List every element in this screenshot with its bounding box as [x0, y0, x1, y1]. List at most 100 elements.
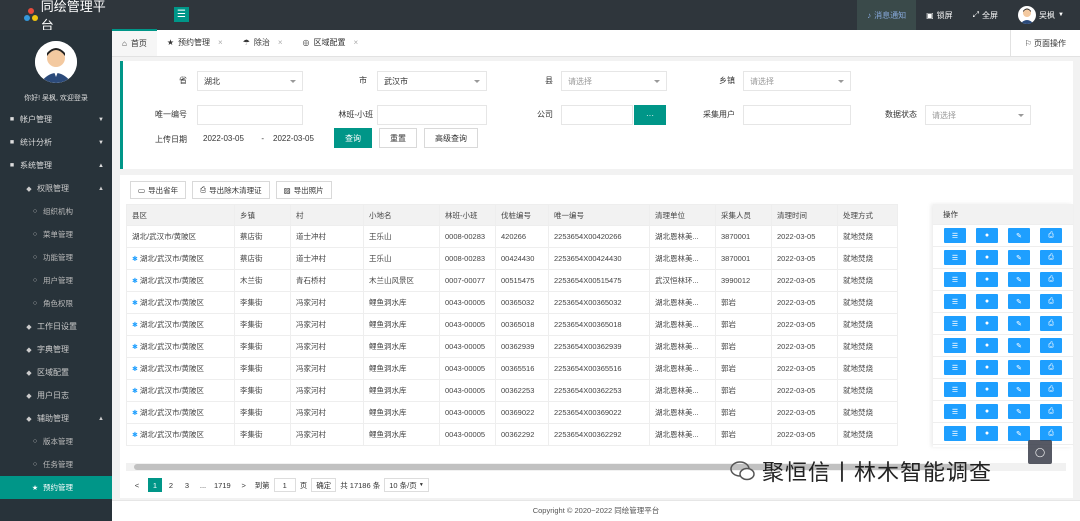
column-header[interactable]: 乡镇 [234, 204, 291, 226]
print-button[interactable]: ⎙ [1040, 228, 1062, 243]
table-row[interactable]: ✱ 湖北/武汉市/黄陂区 李集街 冯家河村 鲤鱼洞水库 0043-00005 0036225… [126, 379, 898, 402]
city-select[interactable]: 武汉市 [377, 71, 487, 91]
globe-button[interactable]: ● [976, 382, 998, 397]
sidebar-item[interactable]: ◆ 字典管理 [0, 338, 112, 361]
detail-button[interactable]: ☰ [944, 404, 966, 419]
table-row[interactable]: ✱ 湖北/武汉市/黄陂区 李集街 冯家河村 鲤鱼洞水库 0043-00005 0036503… [126, 291, 898, 314]
globe-button[interactable]: ● [976, 316, 998, 331]
edit-button[interactable]: ✎ [1008, 294, 1030, 309]
detail-button[interactable]: ☰ [944, 338, 966, 353]
status-select[interactable]: 请选择 [925, 105, 1031, 125]
edit-button[interactable]: ✎ [1008, 228, 1030, 243]
print-button[interactable]: ⎙ [1040, 272, 1062, 287]
detail-button[interactable]: ☰ [944, 426, 966, 441]
per-page-select[interactable]: 10 条/页 ▼ [384, 478, 429, 492]
globe-button[interactable]: ● [976, 338, 998, 353]
edit-button[interactable]: ✎ [1008, 382, 1030, 397]
app-logo[interactable]: 同绘管理平台 [0, 0, 112, 33]
close-icon[interactable]: × [218, 38, 223, 47]
province-select[interactable]: 湖北 [197, 71, 303, 91]
close-icon[interactable]: × [278, 38, 283, 47]
table-row[interactable]: ✱ 湖北/武汉市/黄陂区 李集街 冯家河村 鲤鱼洞水库 0043-00005 0036551… [126, 357, 898, 380]
column-header[interactable]: 林班-小班 [439, 204, 496, 226]
tab-home[interactable]: ⌂ 首页 [112, 29, 157, 56]
next-page-button[interactable]: > [237, 478, 251, 492]
company-picker-button[interactable]: ··· [634, 105, 666, 125]
sidebar-item[interactable]: ○ 任务管理 [0, 453, 112, 476]
sidebar-item[interactable]: ■ 帐户管理 ▼ [0, 108, 112, 131]
sidebar-item[interactable]: ◆ 区域配置 [0, 361, 112, 384]
town-select[interactable]: 请选择 [743, 71, 851, 91]
edit-button[interactable]: ✎ [1008, 272, 1030, 287]
sidebar-item[interactable]: ◆ 辅助管理 ▲ [0, 407, 112, 430]
sidebar-item[interactable]: ○ 功能管理 [0, 246, 112, 269]
edit-button[interactable]: ✎ [1008, 426, 1030, 441]
tab-reservation[interactable]: ★ 预约管理 × [157, 29, 233, 56]
globe-button[interactable]: ● [976, 404, 998, 419]
edit-button[interactable]: ✎ [1008, 316, 1030, 331]
column-header[interactable]: 县区 [126, 204, 235, 226]
page-button[interactable]: 2 [164, 478, 178, 492]
globe-button[interactable]: ● [976, 426, 998, 441]
sidebar-item[interactable]: ○ 角色权限 [0, 292, 112, 315]
back-to-top-button[interactable]: ◯ [1028, 440, 1052, 464]
detail-button[interactable]: ☰ [944, 294, 966, 309]
query-button[interactable]: 查询 [334, 128, 372, 148]
sidebar-item[interactable]: ○ 版本管理 [0, 430, 112, 453]
table-row[interactable]: ✱ 湖北/武汉市/黄陂区 蔡店街 道士冲村 王乐山 0008-00283 00424430 2… [126, 247, 898, 270]
print-button[interactable]: ⎙ [1040, 360, 1062, 375]
print-button[interactable]: ⎙ [1040, 338, 1062, 353]
column-header[interactable]: 清理时间 [771, 204, 838, 226]
column-header[interactable]: 唯一编号 [548, 204, 650, 226]
forest-input[interactable] [377, 105, 487, 125]
page-button[interactable]: 3 [180, 478, 194, 492]
sidebar-item[interactable]: ■ 统计分析 ▼ [0, 131, 112, 154]
reset-button[interactable]: 重置 [379, 128, 417, 148]
user-menu[interactable]: 吴枫 ▼ [1008, 0, 1080, 30]
column-header[interactable]: 处理方式 [837, 204, 898, 226]
detail-button[interactable]: ☰ [944, 272, 966, 287]
column-header[interactable]: 伐桩编号 [495, 204, 549, 226]
sidebar-item[interactable]: ■ 系统管理 ▲ [0, 154, 112, 177]
close-icon[interactable]: × [354, 38, 359, 47]
page-ops-button[interactable]: ⚐ 页面操作 [1009, 30, 1080, 57]
advanced-query-button[interactable]: 高级查询 [424, 128, 478, 148]
county-select[interactable]: 请选择 [561, 71, 667, 91]
globe-button[interactable]: ● [976, 250, 998, 265]
page-button[interactable]: 1719 [212, 478, 233, 492]
sidebar-item[interactable]: ◆ 权限管理 ▲ [0, 177, 112, 200]
print-button[interactable]: ⎙ [1040, 294, 1062, 309]
tab-removal[interactable]: ☂ 除治 × [233, 29, 293, 56]
globe-button[interactable]: ● [976, 272, 998, 287]
detail-button[interactable]: ☰ [944, 360, 966, 375]
sidebar-item[interactable]: ◆ 工作日设置 [0, 315, 112, 338]
edit-button[interactable]: ✎ [1008, 404, 1030, 419]
globe-button[interactable]: ● [976, 294, 998, 309]
menu-toggle-button[interactable]: ☰ [174, 7, 189, 22]
print-button[interactable]: ⎙ [1040, 382, 1062, 397]
detail-button[interactable]: ☰ [944, 228, 966, 243]
column-header[interactable]: 小地名 [363, 204, 440, 226]
sidebar-item[interactable]: ○ 组织机构 [0, 200, 112, 223]
detail-button[interactable]: ☰ [944, 316, 966, 331]
globe-button[interactable]: ● [976, 360, 998, 375]
table-row[interactable]: ✱ 湖北/武汉市/黄陂区 李集街 冯家河村 鲤鱼洞水库 0043-00005 0036229… [126, 423, 898, 446]
print-button[interactable]: ⎙ [1040, 426, 1062, 441]
date-to-input[interactable]: 2022-03-05 [267, 128, 323, 148]
unique-id-input[interactable] [197, 105, 303, 125]
export-photos-button[interactable]: ▨ 导出照片 [275, 181, 332, 199]
table-row[interactable]: 湖北/武汉市/黄陂区 蔡店街 道士冲村 王乐山 0008-00283 420266 2253… [126, 225, 898, 248]
table-row[interactable]: ✱ 湖北/武汉市/黄陂区 木兰街 青石桥村 木兰山风景区 0007-00077 005154… [126, 269, 898, 292]
column-header[interactable]: 清理单位 [649, 204, 716, 226]
notice-button[interactable]: ♪ 消息通知 [857, 0, 917, 30]
detail-button[interactable]: ☰ [944, 382, 966, 397]
table-row[interactable]: ✱ 湖北/武汉市/黄陂区 李集街 冯家河村 鲤鱼洞水库 0043-00005 0036501… [126, 313, 898, 336]
print-button[interactable]: ⎙ [1040, 316, 1062, 331]
prev-page-button[interactable]: < [130, 478, 144, 492]
table-row[interactable]: ✱ 湖北/武汉市/黄陂区 李集街 冯家河村 鲤鱼洞水库 0043-00005 0036293… [126, 335, 898, 358]
sidebar-item[interactable]: ◆ 用户日志 [0, 384, 112, 407]
edit-button[interactable]: ✎ [1008, 338, 1030, 353]
company-input[interactable] [561, 105, 633, 125]
sidebar-item[interactable]: ★ 预约管理 [0, 476, 112, 499]
detail-button[interactable]: ☰ [944, 250, 966, 265]
